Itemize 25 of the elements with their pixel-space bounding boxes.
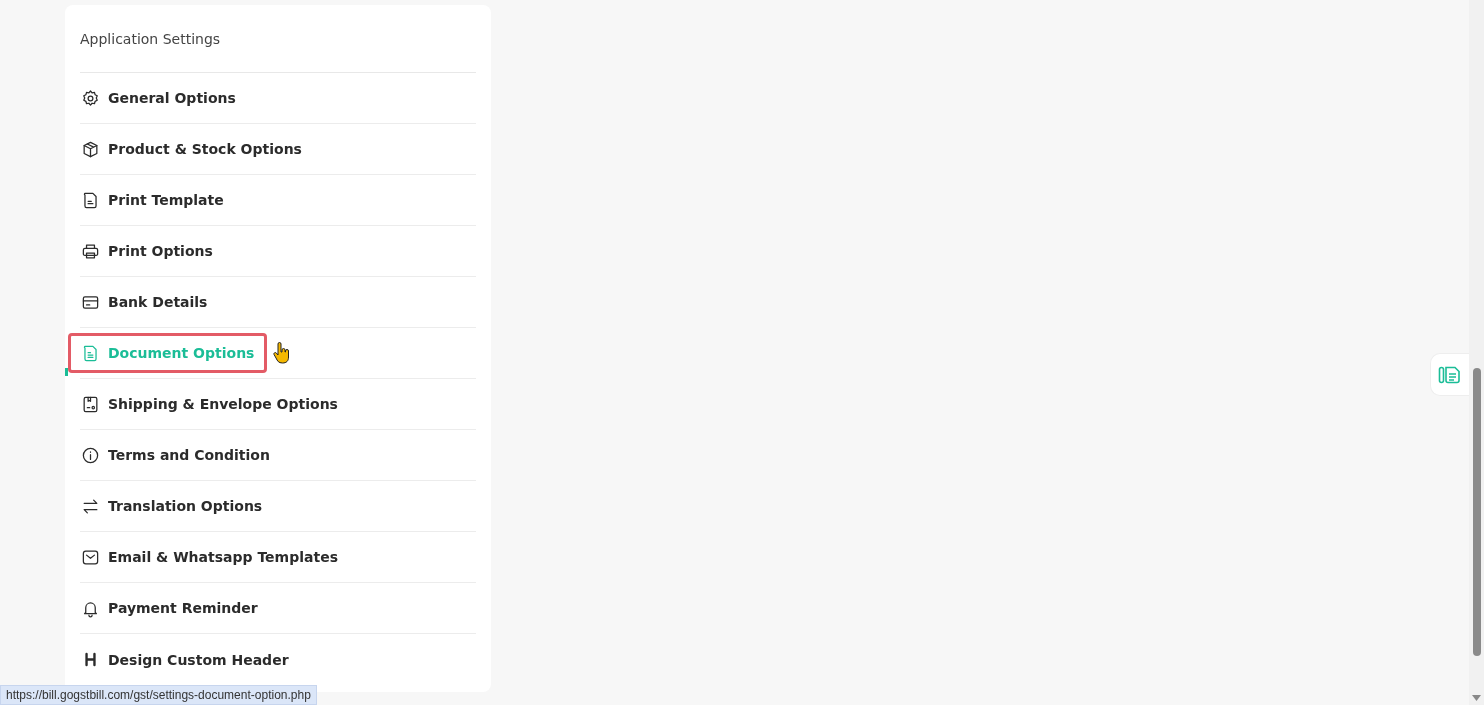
document-icon (81, 190, 100, 210)
document-icon (81, 343, 100, 363)
hand-cursor-icon (273, 342, 292, 364)
pencil-document-icon (1438, 365, 1462, 384)
settings-menu-item[interactable]: Terms and Condition (68, 435, 283, 475)
settings-menu-item[interactable]: Payment Reminder (68, 588, 271, 628)
panel-title: Application Settings (80, 5, 476, 73)
box-icon (81, 139, 100, 159)
settings-menu-item[interactable]: Bank Details (68, 282, 221, 322)
settings-menu-item[interactable]: Translation Options (68, 486, 276, 526)
settings-menu-item[interactable]: Design Custom Header (68, 639, 302, 680)
active-indicator (65, 368, 68, 376)
scrollbar-thumb[interactable] (1473, 368, 1481, 656)
settings-menu-item[interactable]: Product & Stock Options (68, 129, 315, 169)
settings-menu-item[interactable]: Shipping & Envelope Options (68, 384, 351, 424)
settings-menu-item[interactable]: General Options (68, 78, 249, 118)
notes-button[interactable] (1430, 353, 1469, 396)
settings-menu-item[interactable]: Print Options (68, 231, 226, 271)
package-icon (81, 394, 100, 414)
status-bar-url: https://bill.gogstbill.com/gst/settings-document-option.php (0, 685, 317, 705)
info-icon (81, 445, 100, 465)
scroll-down-icon[interactable] (1472, 695, 1481, 701)
gear-icon (81, 88, 100, 108)
settings-menu-item[interactable]: Print Template (68, 180, 237, 220)
settings-menu-item[interactable]: Email & Whatsapp Templates (68, 537, 351, 577)
